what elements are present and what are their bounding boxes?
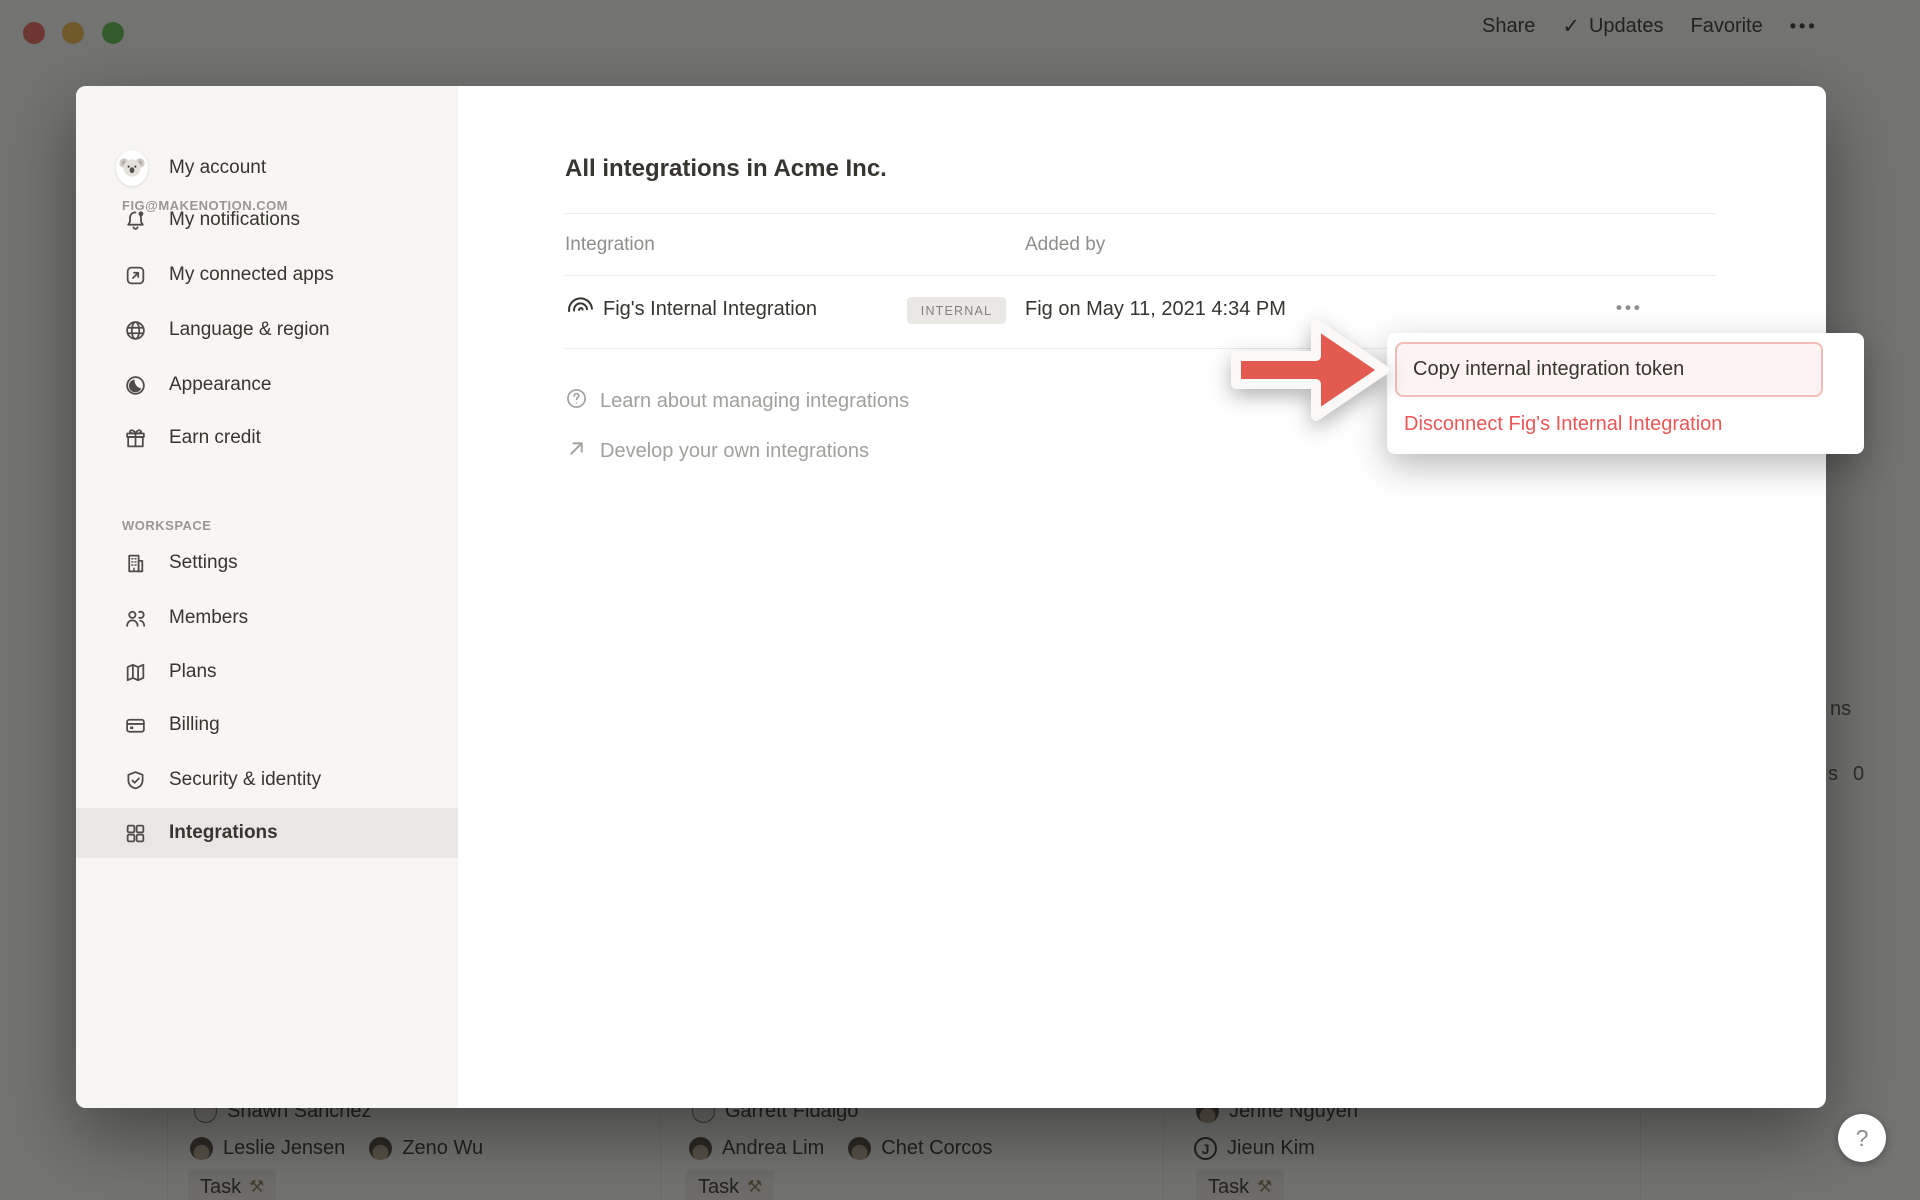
- annotation-arrow-icon: [1228, 312, 1396, 435]
- sidebar-item-earn-credit[interactable]: Earn credit: [76, 413, 458, 463]
- menu-item-label: Disconnect Fig's Internal Integration: [1404, 413, 1722, 436]
- bell-icon: [122, 209, 148, 232]
- sidebar-item-label: My connected apps: [169, 264, 334, 286]
- sidebar-item-appearance[interactable]: Appearance: [76, 360, 458, 410]
- grid-icon: [122, 822, 148, 845]
- sidebar-item-integrations[interactable]: Integrations: [76, 808, 458, 858]
- settings-modal: FIG@MAKENOTION.COM My account: [76, 86, 1826, 1108]
- menu-item-label: Copy internal integration token: [1413, 358, 1684, 381]
- workspace-section-header: WORKSPACE: [122, 518, 211, 533]
- internal-badge: INTERNAL: [907, 297, 1006, 324]
- integration-name: Fig's Internal Integration: [603, 298, 817, 321]
- shield-check-icon: [122, 769, 148, 792]
- sidebar-item-my-account[interactable]: My account: [76, 143, 458, 193]
- column-header-added-by: Added by: [1025, 234, 1105, 256]
- settings-sidebar: FIG@MAKENOTION.COM My account: [76, 86, 458, 1108]
- sidebar-item-label: Earn credit: [169, 427, 261, 449]
- gift-icon: [122, 427, 148, 450]
- external-link-box-icon: [122, 264, 148, 287]
- sidebar-item-settings[interactable]: Settings: [76, 538, 458, 588]
- integration-context-menu: Copy internal integration token Disconne…: [1387, 333, 1864, 454]
- sidebar-item-label: Members: [169, 607, 248, 629]
- row-more-button[interactable]: •••: [1616, 298, 1643, 318]
- column-header-integration: Integration: [565, 234, 655, 256]
- sidebar-item-language-region[interactable]: Language & region: [76, 305, 458, 355]
- credit-card-icon: [122, 714, 148, 737]
- sidebar-item-security-identity[interactable]: Security & identity: [76, 755, 458, 805]
- sidebar-item-plans[interactable]: Plans: [76, 647, 458, 697]
- sidebar-item-label: Security & identity: [169, 769, 321, 791]
- sidebar-item-label: Billing: [169, 714, 220, 736]
- sidebar-item-my-connected-apps[interactable]: My connected apps: [76, 250, 458, 300]
- globe-icon: [122, 319, 148, 342]
- sidebar-item-label: My notifications: [169, 209, 300, 231]
- learn-integrations-link[interactable]: Learn about managing integrations: [565, 387, 909, 416]
- integration-logo-icon: [563, 284, 595, 321]
- sidebar-item-label: Appearance: [169, 374, 271, 396]
- sidebar-item-my-notifications[interactable]: My notifications: [76, 195, 458, 245]
- arrow-up-right-icon: [565, 437, 588, 466]
- moon-icon: [122, 374, 148, 397]
- help-button[interactable]: ?: [1838, 1114, 1886, 1162]
- page-title: All integrations in Acme Inc.: [565, 155, 887, 183]
- develop-integrations-link[interactable]: Develop your own integrations: [565, 437, 869, 466]
- building-icon: [122, 552, 148, 575]
- sidebar-item-label: Settings: [169, 552, 238, 574]
- sidebar-item-label: Integrations: [169, 822, 278, 844]
- table-divider: [565, 275, 1716, 276]
- copy-internal-token-menu-item[interactable]: Copy internal integration token: [1395, 342, 1823, 397]
- people-icon: [122, 607, 148, 630]
- map-icon: [122, 661, 148, 684]
- sidebar-item-billing[interactable]: Billing: [76, 700, 458, 750]
- question-circle-icon: [565, 387, 588, 416]
- disconnect-integration-menu-item[interactable]: Disconnect Fig's Internal Integration: [1404, 407, 1722, 441]
- sidebar-item-label: Language & region: [169, 319, 330, 341]
- table-divider: [565, 213, 1716, 214]
- koala-avatar-icon: [122, 150, 148, 186]
- sidebar-item-members[interactable]: Members: [76, 593, 458, 643]
- screenshot-stage: Share ✓ Updates Favorite ••• Shawn Sanch…: [0, 0, 1920, 1200]
- sidebar-item-label: Plans: [169, 661, 217, 683]
- sidebar-item-label: My account: [169, 157, 266, 179]
- link-label: Develop your own integrations: [600, 440, 869, 463]
- link-label: Learn about managing integrations: [600, 390, 909, 413]
